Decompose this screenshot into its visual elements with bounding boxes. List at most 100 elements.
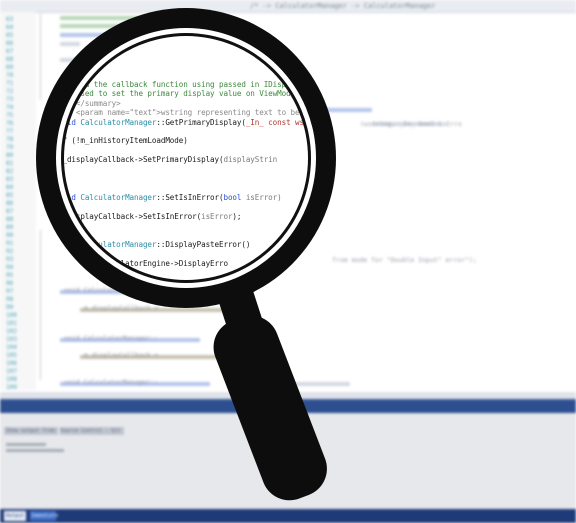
line-number: 70 <box>6 72 14 79</box>
code-token: if (!m_inHistoryItemLoadMode) <box>64 136 188 146</box>
code-token: CalculatorManager <box>80 192 157 202</box>
line-number: 74 <box>6 104 14 111</box>
code-token: /// </summary> <box>64 98 121 108</box>
line-number: 75 <box>6 112 14 119</box>
code-text-lower: m_displayCallback-> <box>84 351 159 359</box>
magnified-code-line: m_displayCallback->SetPrimaryDisplay(dis… <box>64 155 277 164</box>
output-line <box>6 443 46 446</box>
line-number: 64 <box>6 24 14 31</box>
code-token: ); <box>232 211 242 221</box>
magnified-code-line: void CalculatorManager::GetPrimaryDispla… <box>64 118 308 127</box>
code-token: isError) <box>245 192 282 202</box>
line-number: 63 <box>6 16 14 23</box>
code-fragment-right: (wstring, _In_ bool isErro <box>360 120 462 128</box>
line-number: 89 <box>6 224 14 231</box>
code-token: void <box>64 192 76 202</box>
magnified-code-line: void CalculatorManager::SetIsInError(boo… <box>64 193 282 202</box>
line-number: 99 <box>6 304 14 311</box>
line-number: 95 <box>6 272 14 279</box>
line-number: 78 <box>6 136 14 143</box>
code-text-lower: m_displayCallback-> <box>84 304 159 312</box>
tab-output-label: Output <box>6 513 25 519</box>
tab-immediate-label: Immediate <box>31 513 59 519</box>
line-number: 81 <box>6 160 14 167</box>
line-number: 84 <box>6 184 14 191</box>
line-number: 86 <box>6 200 14 207</box>
line-number: 105 <box>6 352 17 359</box>
code-token: void <box>64 117 76 127</box>
line-number: 101 <box>6 320 17 327</box>
line-number: 94 <box>6 264 14 271</box>
line-number: 87 <box>6 208 14 215</box>
line-number: 65 <box>6 32 14 39</box>
magnified-code-line: m_currentCalculatorEngine->DisplayErro <box>64 259 228 268</box>
line-number: 80 <box>6 152 14 159</box>
line-number: 100 <box>6 312 17 319</box>
code-text-lower: void CalculatorManager:: <box>64 378 158 386</box>
magnified-code-line: if (!m_inHistoryItemLoadMode) <box>64 136 188 145</box>
line-number: 93 <box>6 256 14 263</box>
line-number: 73 <box>6 96 14 103</box>
line-number: 68 <box>6 56 14 63</box>
magnified-code-line: /// used to set the primary display valu… <box>64 89 291 98</box>
line-number: 90 <box>6 232 14 239</box>
code-token: ::DisplayPasteError() <box>156 239 251 249</box>
fold-guide <box>40 230 41 380</box>
line-number: 103 <box>6 336 17 343</box>
scene: /* -> CalculatorManager -> CalculatorMan… <box>0 0 576 523</box>
code-token: displayStrin <box>223 155 278 165</box>
line-number: 97 <box>6 288 14 295</box>
line-number: 91 <box>6 240 14 247</box>
magnified-code-line: // Send the callback function using pass… <box>64 80 286 89</box>
code-token: CalculatorManager <box>80 117 157 127</box>
title-fragment: /* -> CalculatorManager -> CalculatorMan… <box>250 2 436 10</box>
magnified-code-line: /// </summary> <box>64 99 121 108</box>
line-number: 88 <box>6 216 14 223</box>
line-number: 96 <box>6 280 14 287</box>
line-number: 79 <box>6 144 14 151</box>
line-number: 107 <box>6 368 17 375</box>
code-token: /// used to set the primary display valu… <box>64 89 291 99</box>
fold-guide <box>40 14 41 100</box>
output-source-text: Show output from: Source Control - Git <box>6 428 121 434</box>
line-number: 76 <box>6 120 14 127</box>
code-token: m_currentCalculatorEngine->DisplayErro <box>64 258 228 268</box>
line-number: 66 <box>6 40 14 47</box>
line-number: 92 <box>6 248 14 255</box>
line-number: 98 <box>6 296 14 303</box>
line-number: 82 <box>6 168 14 175</box>
line-number: 85 <box>6 192 14 199</box>
code-token: m_displayCallback->SetPrimaryDisplay( <box>64 155 224 165</box>
magnified-code-line: void CalculatorManager::DisplayPasteErro… <box>64 240 250 249</box>
code-token: void <box>64 239 76 249</box>
code-token: ::GetPrimaryDisplay( <box>156 117 246 127</box>
line-number: 72 <box>6 88 14 95</box>
line-number: 67 <box>6 48 14 55</box>
line-number: 109 <box>6 384 17 391</box>
code-token: CalculatorManager <box>80 239 157 249</box>
line-number: 108 <box>6 376 17 383</box>
code-token: ::SetIsInError( <box>156 192 224 202</box>
magnified-code: // Send the callback function using pass… <box>64 36 308 280</box>
code-fragment-paste-error: from mode for "Double Input" error"); <box>332 256 477 264</box>
line-number: 77 <box>6 128 14 135</box>
code-text-lower: void CalculatorManager:: <box>64 334 158 342</box>
magnified-code-line: m_displayCallback->SetIsInError(isError)… <box>64 212 241 221</box>
magnifier-lens: // Send the callback function using pass… <box>64 36 308 280</box>
title-bar: /* -> CalculatorManager -> CalculatorMan… <box>0 0 576 13</box>
output-line <box>6 449 64 452</box>
line-number-gutter: 63 64 65 66 67 68 69 70 71 72 73 74 75 76 77 78 79 80 81 82… <box>0 12 36 391</box>
code-token: /// <param name="text">wstring represent… <box>64 108 300 118</box>
magnified-code-line: /// <param name="text">wstring represent… <box>64 108 300 118</box>
code-token: isError <box>201 211 233 221</box>
code-token: bool <box>223 192 246 202</box>
line-number: 102 <box>6 328 17 335</box>
code-token: m_displayCallback->SetIsInError( <box>64 211 202 221</box>
line-number: 83 <box>6 176 14 183</box>
panel-tab-strip: Output Immediate <box>0 509 576 523</box>
code-token: // Send the callback function using pass… <box>64 80 287 89</box>
line-number: 104 <box>6 344 17 351</box>
line-number: 69 <box>6 64 14 71</box>
line-number: 71 <box>6 80 14 87</box>
line-number: 106 <box>6 360 17 367</box>
